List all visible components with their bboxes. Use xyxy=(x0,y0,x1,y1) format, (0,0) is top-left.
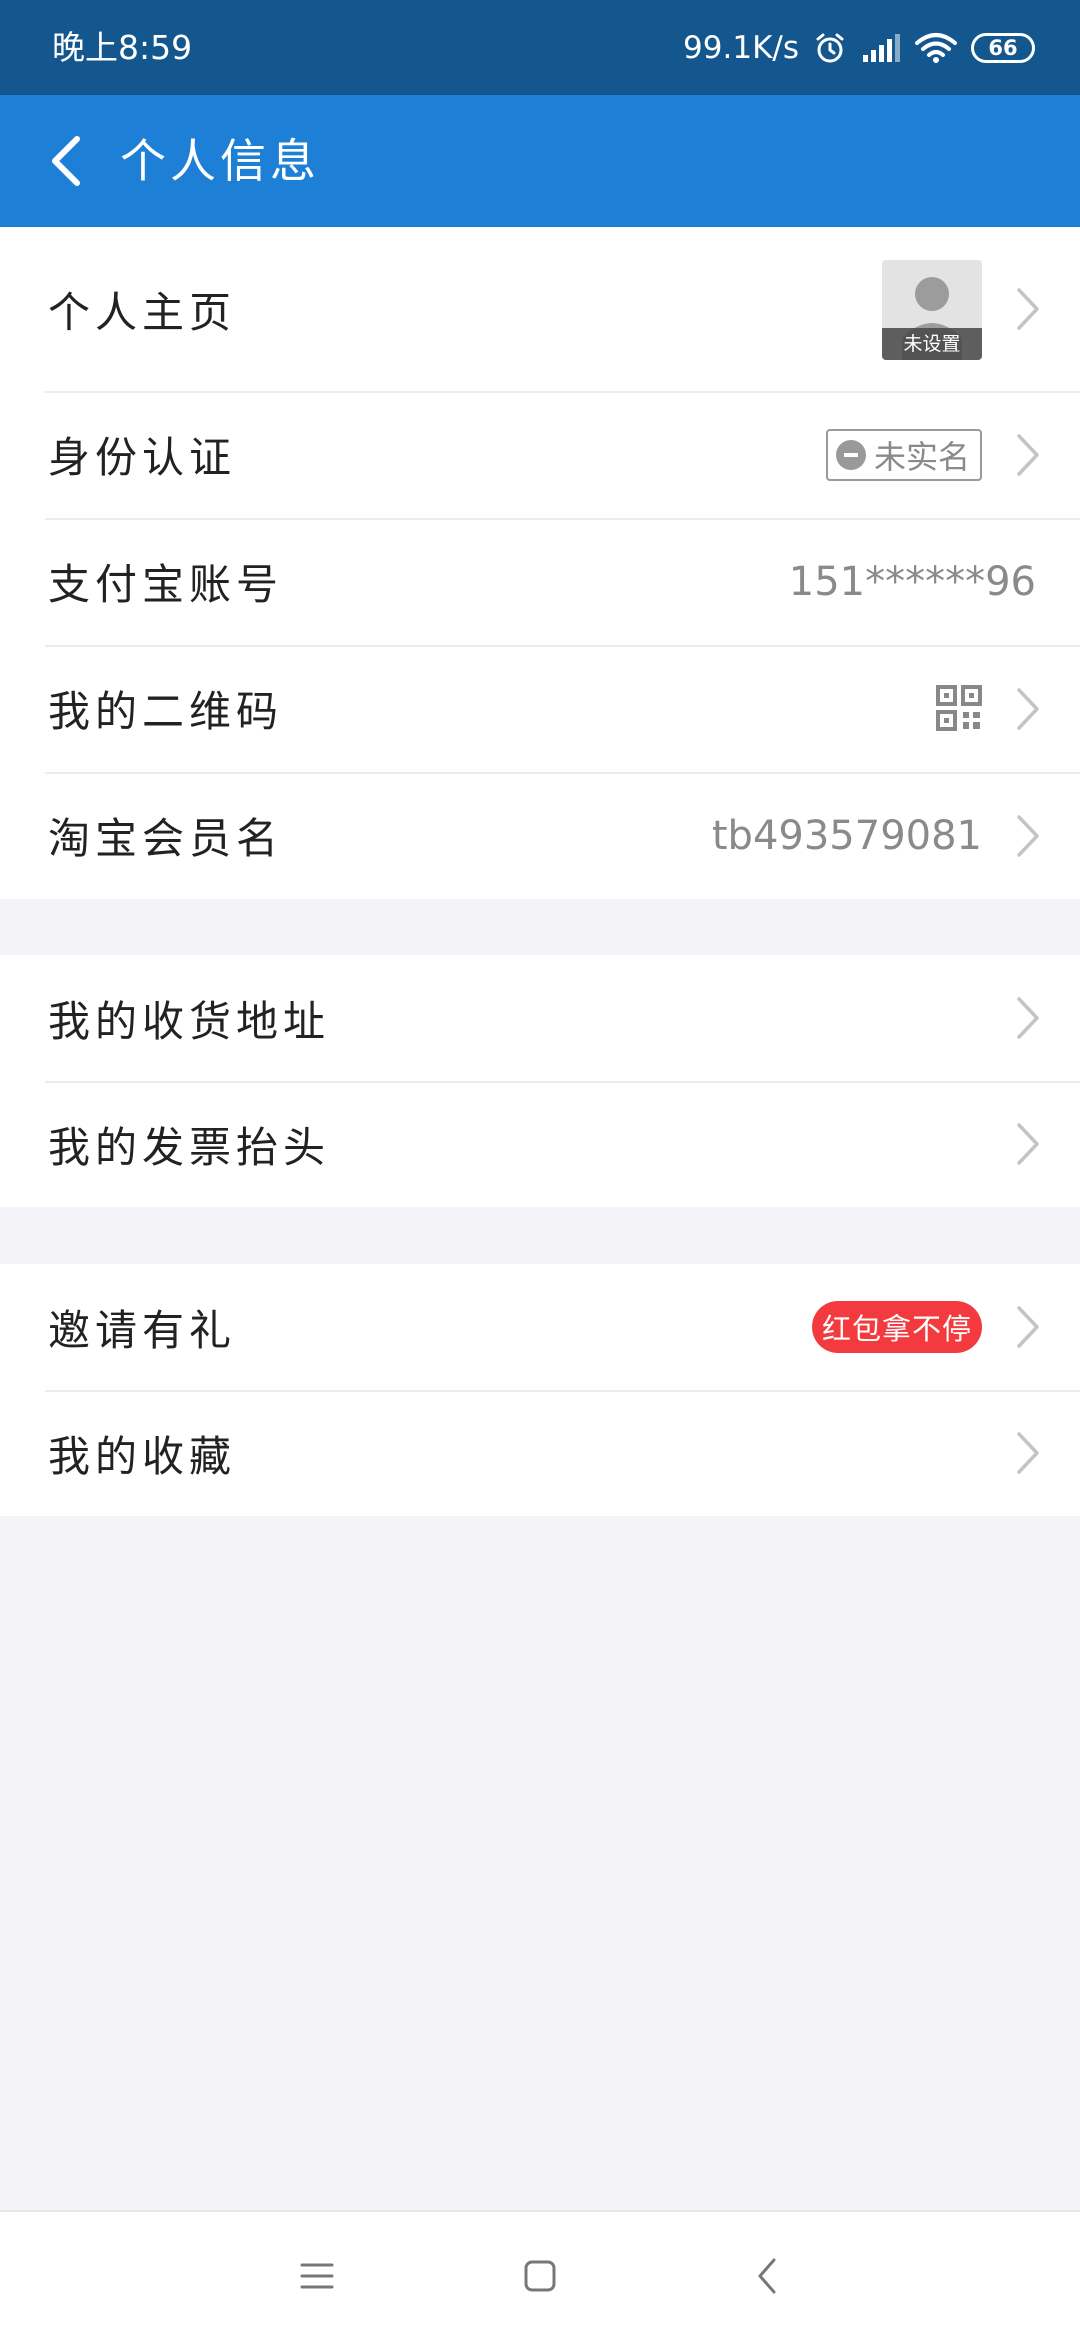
back-triangle-icon xyxy=(758,2258,776,2294)
row-invite-gift[interactable]: 邀请有礼 红包拿不停 xyxy=(0,1264,1080,1390)
chevron-right-icon xyxy=(1017,814,1039,857)
home-square-icon xyxy=(524,2260,556,2292)
chevron-right-icon xyxy=(1017,288,1039,330)
promo-badge: 红包拿不停 xyxy=(811,1301,982,1353)
row-label: 支付宝账号 xyxy=(48,560,284,609)
app-header: 个人信息 xyxy=(0,95,1080,227)
qr-code-icon xyxy=(936,684,982,731)
chevron-right-icon xyxy=(1017,687,1039,730)
system-back-button[interactable] xyxy=(707,2212,827,2340)
section-address-invoice: 我的收货地址 我的发票抬头 xyxy=(0,955,1080,1207)
wifi-icon xyxy=(915,32,957,64)
minus-circle-icon xyxy=(835,439,866,470)
battery-indicator: 66 xyxy=(971,32,1035,63)
row-label: 个人主页 xyxy=(48,287,237,337)
avatar-caption: 未设置 xyxy=(882,328,982,360)
taobao-member-name-value: tb493579081 xyxy=(711,812,982,859)
menu-icon xyxy=(300,2263,334,2289)
verification-status-text: 未实名 xyxy=(873,437,970,476)
row-label: 身份认证 xyxy=(48,433,237,482)
row-personal-homepage[interactable]: 个人主页 未设置 xyxy=(0,227,1080,391)
chevron-right-icon xyxy=(1017,1432,1039,1474)
avatar[interactable]: 未设置 xyxy=(882,260,982,360)
home-button[interactable] xyxy=(480,2212,600,2340)
net-speed: 99.1K/s xyxy=(683,29,799,66)
status-icons: 99.1K/s 66 xyxy=(683,0,1035,95)
row-my-qr-code[interactable]: 我的二维码 xyxy=(0,645,1080,772)
row-label: 淘宝会员名 xyxy=(48,814,284,863)
row-label: 邀请有礼 xyxy=(48,1305,237,1355)
back-button[interactable] xyxy=(30,95,100,227)
chevron-right-icon xyxy=(1017,997,1039,1039)
alarm-icon xyxy=(813,31,847,65)
row-taobao-member-name[interactable]: 淘宝会员名 tb493579081 xyxy=(0,772,1080,899)
row-shipping-address[interactable]: 我的收货地址 xyxy=(0,955,1080,1081)
row-label: 我的收货地址 xyxy=(48,996,331,1046)
row-invoice-title[interactable]: 我的发票抬头 xyxy=(0,1081,1080,1207)
row-label: 我的收藏 xyxy=(48,1431,237,1481)
section-profile: 个人主页 未设置 身份认证 未实名 支付宝账号 151******96 我的二维… xyxy=(0,227,1080,899)
row-label: 我的二维码 xyxy=(48,687,284,736)
page-title: 个人信息 xyxy=(120,134,320,188)
chevron-right-icon xyxy=(1017,1123,1039,1165)
chevron-right-icon xyxy=(1017,433,1039,476)
status-time: 晚上8:59 xyxy=(52,28,193,67)
row-alipay-account: 支付宝账号 151******96 xyxy=(0,518,1080,645)
status-bar: 晚上8:59 99.1K/s 66 xyxy=(0,0,1080,95)
chevron-right-icon xyxy=(1017,1306,1039,1348)
back-arrow-icon xyxy=(52,136,80,186)
signal-icon xyxy=(861,33,901,63)
row-identity-verification[interactable]: 身份认证 未实名 xyxy=(0,391,1080,518)
alipay-account-value: 151******96 xyxy=(788,558,1036,605)
row-label: 我的发票抬头 xyxy=(48,1122,331,1172)
verification-status-badge: 未实名 xyxy=(825,428,982,481)
section-invite-favorites: 邀请有礼 红包拿不停 我的收藏 xyxy=(0,1264,1080,1516)
recent-apps-button[interactable] xyxy=(257,2212,377,2340)
system-nav-bar xyxy=(0,2210,1080,2340)
row-my-favorites[interactable]: 我的收藏 xyxy=(0,1390,1080,1516)
